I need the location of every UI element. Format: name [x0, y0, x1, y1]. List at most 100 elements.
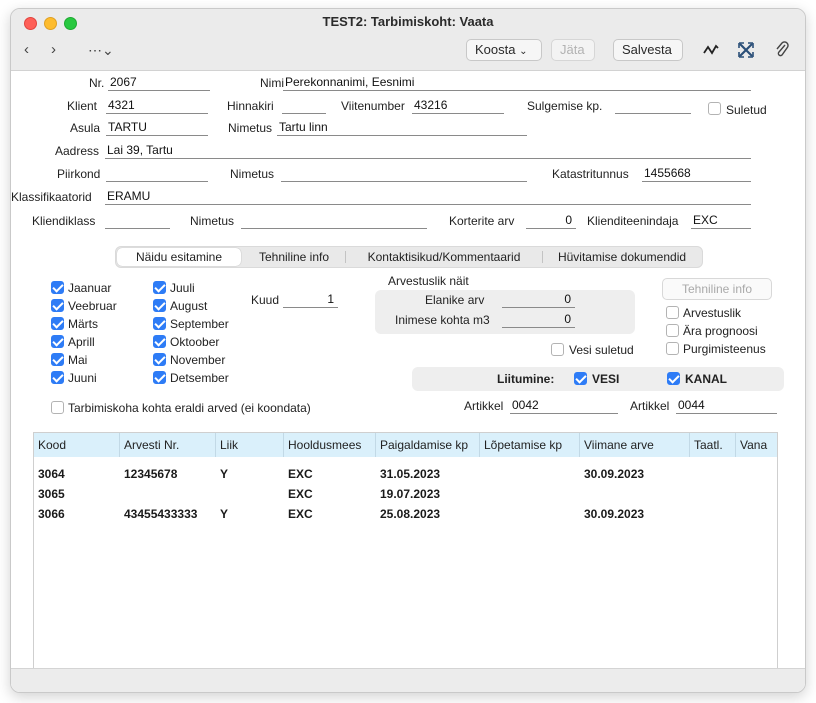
ara-prognoosi-checkbox[interactable]	[666, 324, 679, 337]
cell-kood: 3064	[38, 467, 65, 481]
column-header-paigaldamise[interactable]: Paigaldamise kp	[376, 433, 480, 457]
eraldi-arved-label: Tarbimiskoha kohta eraldi arved (ei koon…	[68, 401, 311, 415]
month-label: Jaanuar	[68, 281, 112, 295]
month-checkbox-oktoober[interactable]	[153, 335, 166, 348]
cell-viimane-arve	[580, 484, 584, 504]
piirkond-field[interactable]	[106, 166, 208, 182]
kliendiklass-field[interactable]	[105, 213, 170, 229]
title-bar: TEST2: Tarbimiskoht: Vaata ‹ › ⋯⌄ Koosta…	[11, 9, 805, 71]
piirkond-label: Piirkond	[57, 167, 101, 181]
month-label: Detsember	[170, 371, 229, 385]
viitenumber-field[interactable]: 43216	[412, 98, 504, 114]
nimi-field[interactable]: Perekonnanimi, Eesnimi	[283, 75, 751, 91]
nr-field[interactable]: 2067	[108, 75, 210, 91]
month-checkbox-november[interactable]	[153, 353, 166, 366]
table-row[interactable]: 3064 12345678 Y EXC 31.05.2023 30.09.202…	[34, 464, 777, 484]
month-checkbox-marts[interactable]	[51, 317, 64, 330]
cell-paigaldamise: 25.08.2023	[380, 507, 441, 521]
hinnakiri-field[interactable]	[282, 98, 326, 114]
asula-field[interactable]: TARTU	[106, 120, 208, 136]
month-checkbox-aprill[interactable]	[51, 335, 64, 348]
sulgemise-kp-field[interactable]	[615, 98, 691, 114]
klient-field[interactable]: 4321	[106, 98, 208, 114]
column-header-kood[interactable]: Kood	[34, 433, 120, 457]
column-header-liik[interactable]: Liik	[216, 433, 284, 457]
kanal-checkbox[interactable]	[667, 372, 680, 385]
tab-naidu-esitamine[interactable]: Näidu esitamine	[117, 248, 241, 266]
column-header-viimane-arve[interactable]: Viimane arve	[580, 433, 690, 457]
asula-label: Asula	[70, 121, 101, 135]
month-checkbox-august[interactable]	[153, 299, 166, 312]
koosta-button[interactable]: Koosta ⌄	[466, 39, 542, 61]
tehniline-info-button[interactable]: Tehniline info	[662, 278, 772, 300]
jata-button[interactable]: Jäta	[551, 39, 595, 61]
more-options-icon[interactable]: ⋯⌄	[88, 42, 114, 58]
paperclip-icon[interactable]	[774, 41, 790, 59]
table-row[interactable]: 3065 EXC 19.07.2023	[34, 484, 777, 504]
column-header-hooldusmees[interactable]: Hooldusmees	[284, 433, 376, 457]
month-checkbox-jaanuar[interactable]	[51, 281, 64, 294]
month-checkbox-veebruar[interactable]	[51, 299, 64, 312]
vesi-suletud-label: Vesi suletud	[569, 343, 634, 357]
tab-tehniline-info[interactable]: Tehniline info	[244, 248, 344, 266]
kuud-label: Kuud	[251, 293, 280, 307]
suletud-checkbox[interactable]	[708, 102, 721, 115]
korterite-arv-field[interactable]: 0	[526, 213, 576, 229]
month-checkbox-juuni[interactable]	[51, 371, 64, 384]
month-checkbox-mai[interactable]	[51, 353, 64, 366]
column-header-vana[interactable]: Vana	[736, 433, 778, 457]
kliendiklass-nimetus-field[interactable]	[241, 213, 427, 229]
elanike-arv-field[interactable]: 0	[502, 292, 575, 308]
tab-kontaktisikud[interactable]: Kontaktisikud/Kommentaarid	[347, 248, 541, 266]
aadress-field[interactable]: Lai 39, Tartu	[105, 143, 751, 159]
piirkond-nimetus-field[interactable]	[281, 166, 527, 182]
month-label: Veebruar	[68, 299, 117, 313]
klient-label: Klient	[67, 99, 98, 113]
month-label: Märts	[68, 317, 98, 331]
asula-nimetus-field[interactable]: Tartu linn	[277, 120, 527, 136]
cell-paigaldamise: 19.07.2023	[380, 487, 441, 501]
column-header-taatl[interactable]: Taatl.	[690, 433, 736, 457]
klienditeenindaja-field[interactable]: EXC	[691, 213, 751, 229]
forward-icon[interactable]: ›	[51, 42, 56, 58]
arvestuslik-checkbox[interactable]	[666, 306, 679, 319]
expand-arrows-icon[interactable]	[738, 42, 754, 58]
cell-taatl	[690, 484, 694, 504]
liitumine-panel: Liitumine: VESI KANAL	[412, 367, 784, 391]
meters-table[interactable]: Kood Arvesti Nr. Liik Hooldusmees Paigal…	[33, 432, 778, 672]
month-checkbox-detsember[interactable]	[153, 371, 166, 384]
cell-arvesti: 12345678	[124, 467, 178, 481]
klassifikaatorid-label: Klassifikaatorid	[11, 190, 92, 204]
tab-huvitamise-dokumendid[interactable]: Hüvitamise dokumendid	[544, 248, 700, 266]
salvesta-button[interactable]: Salvesta	[613, 39, 683, 61]
column-header-arvesti[interactable]: Arvesti Nr.	[120, 433, 216, 457]
tab-separator	[345, 251, 346, 263]
viitenumber-label: Viitenumber	[341, 99, 405, 113]
column-header-lopetamise[interactable]: Lõpetamise kp	[480, 433, 580, 457]
cell-lopetamise	[480, 504, 484, 524]
cell-viimane-arve: 30.09.2023	[584, 507, 645, 521]
katastritunnus-field[interactable]: 1455668	[642, 166, 751, 182]
month-label: Juuli	[170, 281, 195, 295]
back-icon[interactable]: ‹	[24, 42, 29, 58]
arvestuslik-label: Arvestuslik	[683, 306, 742, 320]
month-label: Juuni	[68, 371, 97, 385]
activity-icon[interactable]	[703, 44, 719, 56]
kuud-field[interactable]: 1	[283, 292, 338, 308]
month-checkbox-juuli[interactable]	[153, 281, 166, 294]
artikkel-field-1[interactable]: 0042	[510, 398, 618, 414]
vesi-suletud-checkbox[interactable]	[551, 343, 564, 356]
vesi-checkbox[interactable]	[574, 372, 587, 385]
purgimisteenus-checkbox[interactable]	[666, 342, 679, 355]
month-label: Oktoober	[170, 335, 220, 349]
month-label: August	[170, 299, 208, 313]
table-row[interactable]: 3066 43455433333 Y EXC 25.08.2023 30.09.…	[34, 504, 777, 524]
month-checkbox-september[interactable]	[153, 317, 166, 330]
eraldi-arved-checkbox[interactable]	[51, 401, 64, 414]
artikkel-field-2[interactable]: 0044	[676, 398, 777, 414]
artikkel-label: Artikkel	[630, 399, 670, 413]
kliendiklass-label: Kliendiklass	[32, 214, 96, 228]
inimese-kohta-field[interactable]: 0	[502, 312, 575, 328]
inimese-kohta-label: Inimese kohta m3	[395, 313, 490, 327]
klassifikaatorid-field[interactable]: ERAMU	[105, 189, 751, 205]
